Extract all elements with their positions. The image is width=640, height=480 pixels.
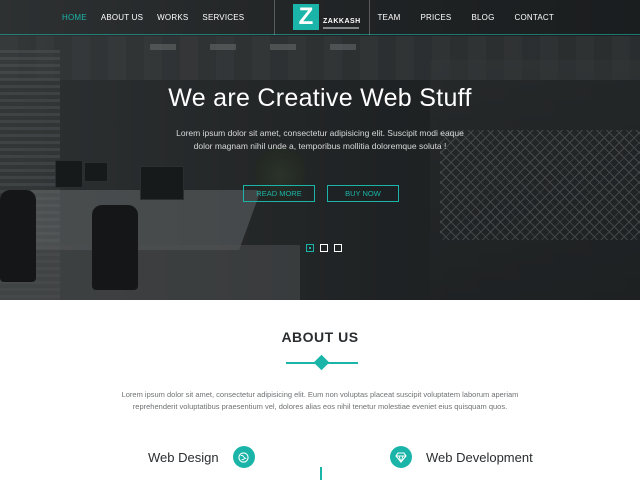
nav-item-home[interactable]: HOME <box>62 13 87 22</box>
main-nav: HOME ABOUT US WORKS SERVICES Z ZAKKASH T… <box>0 0 640 35</box>
diamond-icon <box>390 446 412 468</box>
logo-tagline <box>323 27 359 29</box>
slider-dot-1[interactable] <box>306 244 314 252</box>
hero-subtitle: Lorem ipsum dolor sit amet, consectetur … <box>176 128 464 151</box>
feature-label: Web Design <box>148 449 219 465</box>
feature-web-design: Web Design <box>148 446 255 468</box>
slider-dot-2[interactable] <box>320 244 328 252</box>
buy-now-button[interactable]: BUY NOW <box>327 185 399 202</box>
nav-item-services[interactable]: SERVICES <box>202 13 244 22</box>
globe-icon <box>232 446 255 468</box>
nav-item-about-us[interactable]: ABOUT US <box>101 13 143 22</box>
feature-label: Web Development <box>426 449 533 465</box>
logo-text: ZAKKASH <box>323 18 361 25</box>
hero-section: HOME ABOUT US WORKS SERVICES Z ZAKKASH T… <box>0 0 640 300</box>
nav-item-blog[interactable]: BLOG <box>471 13 494 22</box>
slider-dot-3[interactable] <box>334 244 342 252</box>
feature-web-development: Web Development <box>390 446 533 468</box>
nav-item-team[interactable]: TEAM <box>377 13 400 22</box>
timeline-line <box>320 467 322 480</box>
read-more-button[interactable]: READ MORE <box>243 185 315 202</box>
nav-right-group: TEAM PRICES BLOG CONTACT <box>357 0 554 35</box>
nav-item-works[interactable]: WORKS <box>157 13 188 22</box>
slider-dots <box>306 244 342 252</box>
nav-item-contact[interactable]: CONTACT <box>515 13 554 22</box>
about-text: Lorem ipsum dolor sit amet, consectetur … <box>121 390 519 411</box>
nav-item-prices[interactable]: PRICES <box>420 13 451 22</box>
about-divider-diamond <box>313 354 330 371</box>
about-title: ABOUT US <box>281 329 359 345</box>
hero-title: We are Creative Web Stuff <box>168 84 472 112</box>
logo-mark: Z <box>293 4 319 30</box>
nav-left-group: HOME ABOUT US WORKS SERVICES <box>62 0 244 35</box>
logo[interactable]: Z ZAKKASH <box>274 0 370 35</box>
